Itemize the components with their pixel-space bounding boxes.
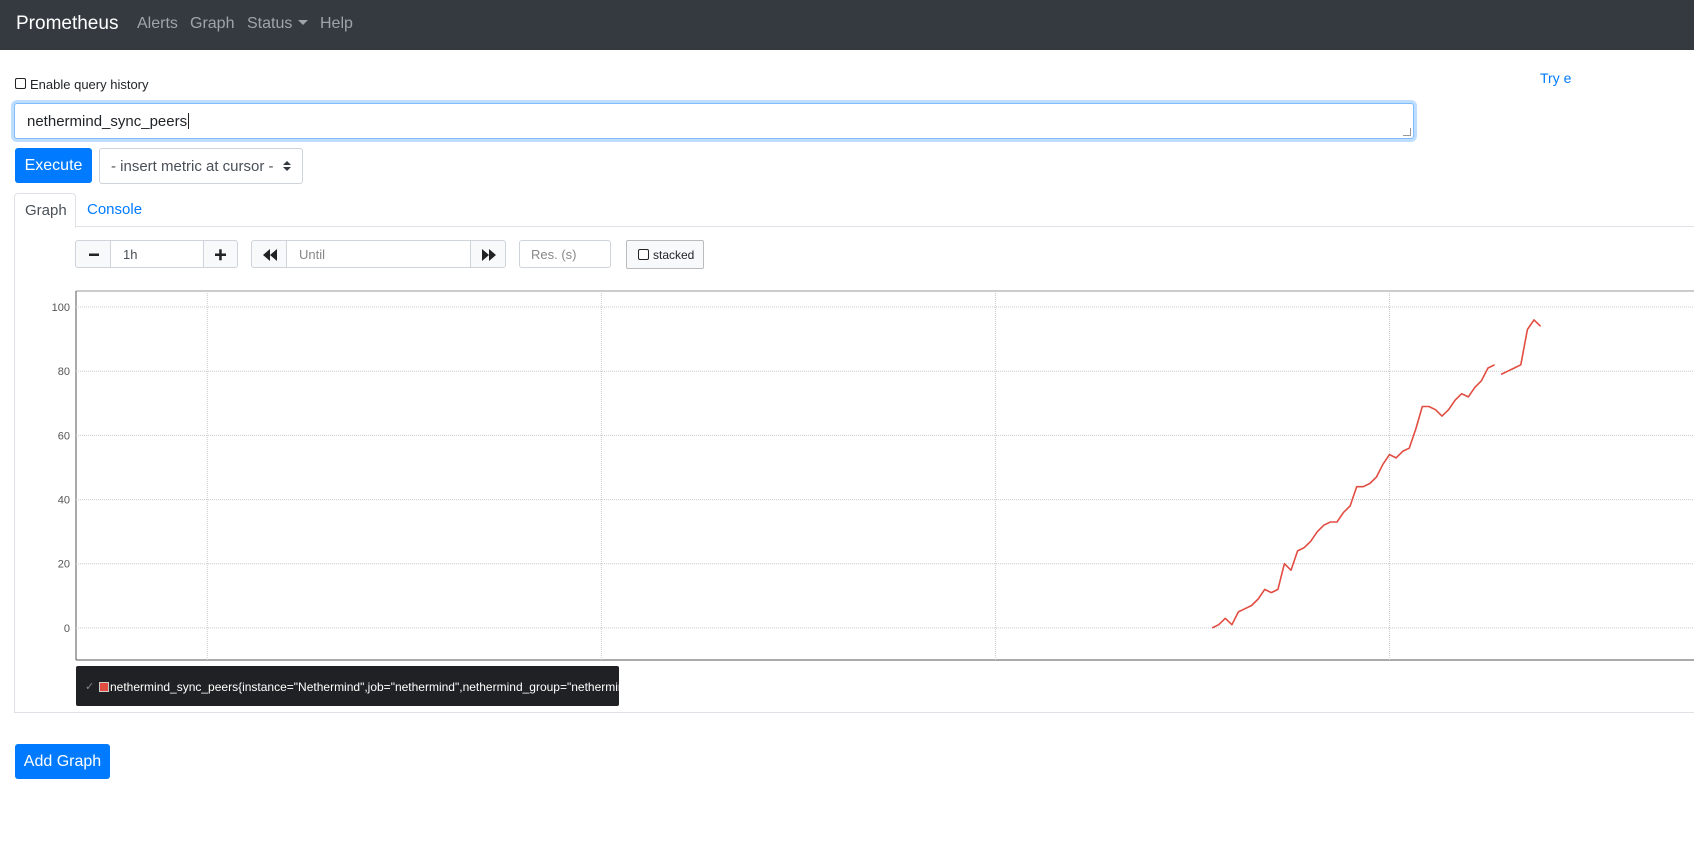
legend: ✓ nethermind_sync_peers{instance="Nether… — [76, 666, 640, 706]
query-history-label: Enable query history — [30, 77, 149, 92]
backward-icon — [263, 249, 277, 261]
tab-graph-label: Graph — [25, 202, 67, 219]
select-arrows-icon — [283, 161, 291, 171]
series-line-0 — [1211, 364, 1495, 629]
plus-icon — [215, 249, 226, 261]
query-history-checkbox[interactable] — [15, 78, 26, 89]
nav-graph[interactable]: Graph — [190, 15, 234, 33]
brand-link[interactable]: Prometheus — [16, 13, 118, 35]
stacked-label: stacked — [653, 248, 695, 262]
add-graph-button[interactable]: Add Graph — [15, 744, 110, 779]
y-tick-label: 80 — [58, 366, 70, 378]
nav-status[interactable]: Status — [247, 15, 309, 33]
expression-text: nethermind_sync_peers — [27, 113, 188, 130]
series-line-1 — [1500, 319, 1542, 376]
graph-chart[interactable]: 10080604020015:3015:4516:0016:15 — [40, 285, 1694, 665]
y-tick-label: 100 — [52, 302, 70, 314]
y-tick-label: 60 — [58, 430, 70, 442]
legend-series-label[interactable]: nethermind_sync_peers{instance="Nethermi… — [110, 680, 640, 694]
check-icon: ✓ — [85, 681, 95, 693]
until-placeholder: Until — [299, 247, 326, 262]
text-cursor — [188, 113, 190, 129]
resize-handle-icon[interactable] — [1403, 128, 1411, 136]
y-tick-label: 40 — [58, 495, 70, 507]
tab-graph[interactable]: Graph — [14, 193, 76, 228]
resolution-input[interactable]: Res. (s) — [519, 240, 611, 268]
decrease-range-button[interactable] — [75, 240, 111, 268]
expression-input[interactable]: nethermind_sync_peers — [14, 103, 1414, 139]
y-tick-label: 0 — [64, 623, 70, 635]
insert-metric-select[interactable]: - insert metric at cursor - — [99, 148, 303, 184]
tab-console[interactable]: Console — [87, 201, 142, 218]
execute-button[interactable]: Execute — [15, 148, 92, 183]
range-input[interactable]: 1h — [110, 240, 204, 268]
until-input[interactable]: Until — [286, 240, 471, 268]
resolution-placeholder: Res. (s) — [531, 247, 577, 262]
forward-button[interactable] — [470, 240, 506, 268]
insert-metric-label: - insert metric at cursor - — [111, 158, 274, 175]
y-tick-label: 20 — [58, 559, 70, 571]
range-value: 1h — [123, 247, 138, 262]
nav-alerts[interactable]: Alerts — [137, 15, 178, 33]
nav-status-label: Status — [247, 15, 293, 32]
try-experimental-link[interactable]: Try e — [1540, 70, 1571, 86]
stacked-toggle[interactable]: stacked — [626, 240, 704, 269]
caret-down-icon — [298, 20, 309, 25]
nav-help[interactable]: Help — [320, 15, 353, 33]
increase-range-button[interactable] — [203, 240, 238, 268]
forward-icon — [482, 249, 496, 261]
navbar: Prometheus Alerts Graph Status Help — [0, 0, 1694, 50]
stacked-checkbox[interactable] — [638, 249, 649, 260]
back-button[interactable] — [251, 240, 287, 268]
minus-icon — [89, 253, 99, 256]
series-swatch[interactable] — [99, 682, 109, 692]
